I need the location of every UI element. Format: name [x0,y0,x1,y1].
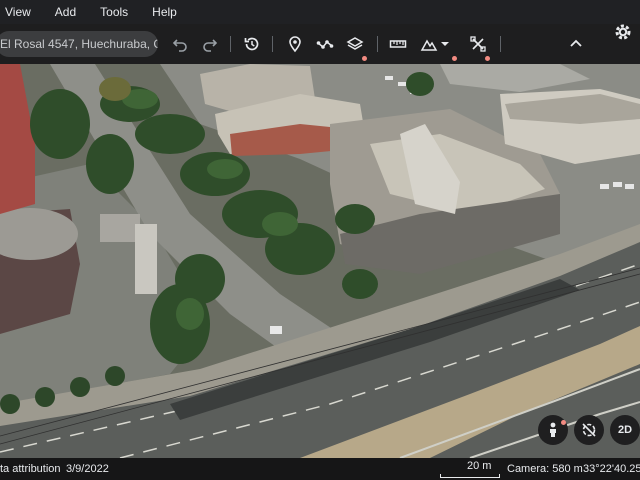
toolbar-divider [272,36,273,52]
toolbar-divider [500,36,501,52]
placemark-icon[interactable] [284,33,306,55]
measure-icon[interactable] [467,33,489,55]
chevron-down-icon[interactable] [438,33,452,55]
search-input-value: El Rosal 4547, Huechuraba, C [0,37,158,51]
satellite-imagery [0,64,640,458]
menu-item-tools[interactable]: Tools [100,0,128,24]
coordinates-readout: 33°22'40.25" [583,463,640,475]
toolbar-divider [377,36,378,52]
gear-icon[interactable] [613,22,633,42]
street-view-button[interactable] [538,415,568,445]
measure-notification-dot [485,56,490,61]
map-style-icon[interactable] [418,33,440,55]
pegman-icon [550,422,556,437]
view-mode-label: 2D [617,424,633,436]
toolbar-divider [230,36,231,52]
map-viewport[interactable] [0,64,640,458]
menu-item-help[interactable]: Help [152,0,177,24]
camera-altitude: Camera: 580 m [507,463,583,475]
layers-notification-dot [362,56,367,61]
history-icon[interactable] [241,33,263,55]
street-view-notification-dot [561,420,566,425]
reset-view-button[interactable] [574,415,604,445]
undo-icon[interactable] [169,33,191,55]
ruler-icon[interactable] [387,33,409,55]
data-attribution-link[interactable]: ta attribution [0,458,61,480]
redo-icon[interactable] [199,33,221,55]
map-style-notification-dot [452,56,457,61]
layers-icon[interactable] [344,33,366,55]
scale-bar [440,474,500,478]
imagery-date: 3/9/2022 [66,463,109,475]
menu-item-view[interactable]: View [5,0,31,24]
menu-bar: View Add Tools Help [0,0,640,24]
collapse-icon[interactable] [565,33,587,55]
compass-reset-icon [582,423,596,437]
search-input[interactable]: El Rosal 4547, Huechuraba, C [0,31,158,57]
status-bar: ta attribution 3/9/2022 20 m Camera: 580… [0,458,640,480]
view-mode-toggle[interactable]: 2D [610,415,640,445]
path-icon[interactable] [314,33,336,55]
menu-item-add[interactable]: Add [55,0,76,24]
toolbar: El Rosal 4547, Huechuraba, C [0,24,640,64]
